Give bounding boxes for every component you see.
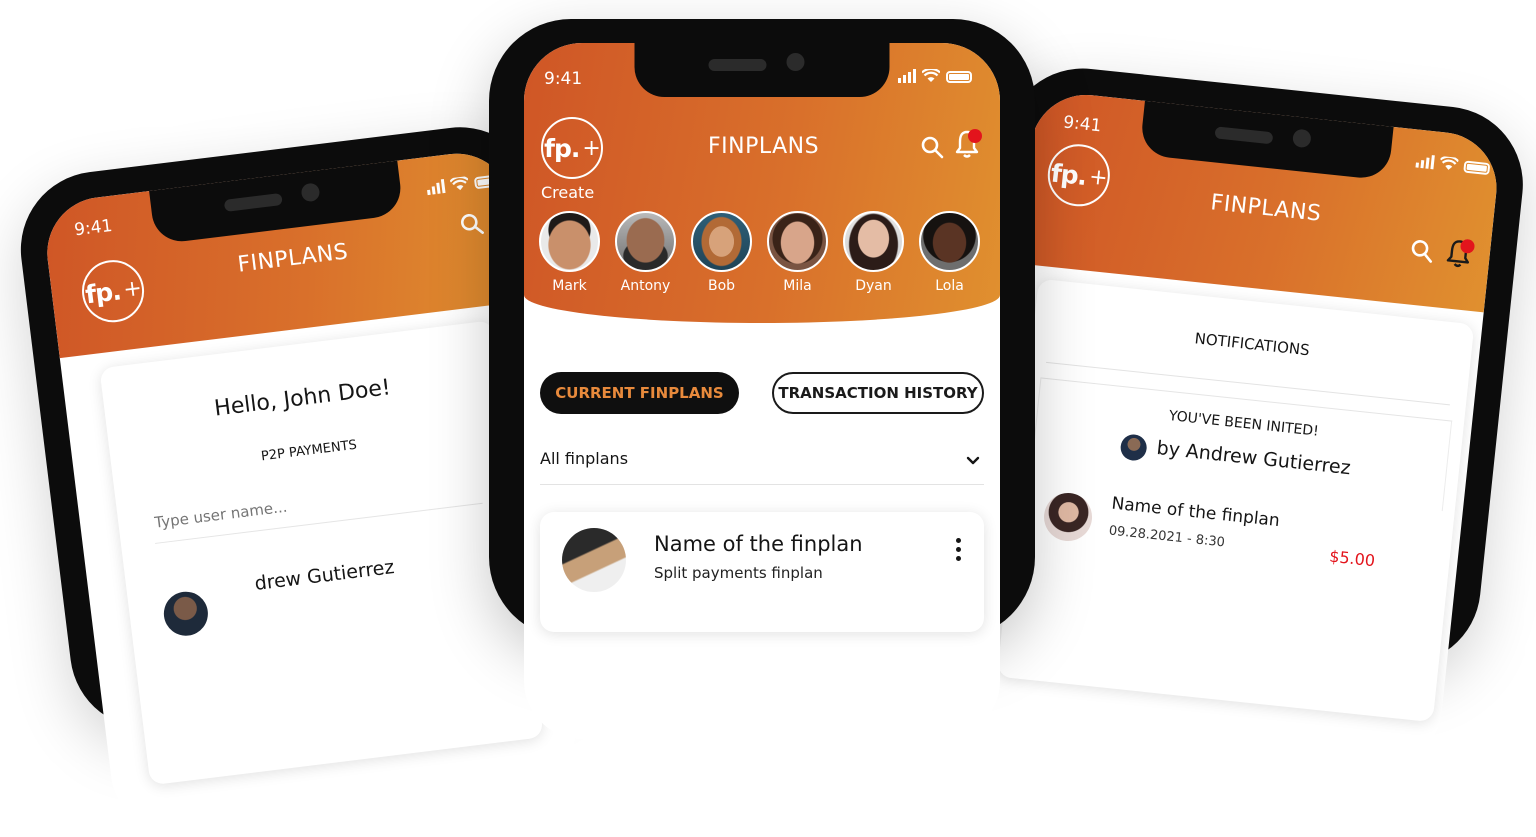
finplan-card[interactable]: Name of the finplan Split payments finpl… bbox=[540, 512, 984, 632]
search-icon[interactable] bbox=[458, 211, 485, 242]
contact-name: Lola bbox=[935, 278, 964, 294]
right-phone: 9:41 fp. + FINPLANS NOTIFICATIONS YOU'VE … bbox=[954, 60, 1531, 769]
status-icons bbox=[898, 69, 972, 83]
notifications-card: NOTIFICATIONS YOU'VE BEEN INITED! by And… bbox=[996, 278, 1475, 723]
section-label: P2P PAYMENTS bbox=[260, 437, 358, 465]
right-phone-screen: 9:41 fp. + FINPLANS NOTIFICATIONS YOU'VE … bbox=[970, 89, 1503, 769]
avatar bbox=[767, 211, 828, 272]
avatar bbox=[843, 211, 904, 272]
item-amount: $5.00 bbox=[1328, 546, 1376, 571]
wifi-icon bbox=[449, 176, 470, 192]
finplan-subtitle: Split payments finplan bbox=[654, 564, 823, 582]
status-time: 9:41 bbox=[544, 69, 583, 89]
wifi-icon bbox=[922, 69, 940, 83]
battery-icon bbox=[946, 71, 972, 83]
more-vertical-icon[interactable] bbox=[956, 538, 962, 561]
invite-by: by Andrew Gutierrez bbox=[1155, 436, 1352, 480]
user-name[interactable]: drew Gutierrez bbox=[253, 556, 395, 595]
avatar bbox=[161, 589, 211, 639]
search-icon[interactable] bbox=[920, 135, 944, 163]
item-date: 09.28.2021 - 8:30 bbox=[1108, 523, 1226, 551]
contact-name: Mark bbox=[552, 278, 587, 294]
filter-value: All finplans bbox=[540, 449, 629, 468]
bell-icon[interactable] bbox=[1444, 237, 1476, 274]
avatar bbox=[539, 211, 600, 272]
phone-notch bbox=[634, 43, 890, 97]
battery-icon bbox=[1463, 160, 1491, 176]
chevron-down-icon bbox=[966, 451, 980, 470]
bell-icon[interactable] bbox=[954, 129, 982, 163]
invite-avatar bbox=[1119, 433, 1148, 462]
contact-mark[interactable]: Mark bbox=[539, 211, 600, 294]
app-title: FINPLANS bbox=[708, 134, 820, 159]
contacts-row: Mark Antony Bob Mila Dyan Lola bbox=[539, 211, 980, 294]
signal-icon bbox=[1415, 154, 1435, 170]
tab-current-finplans[interactable]: CURRENT FINPLANS bbox=[540, 372, 739, 414]
center-phone: 9:41 fp. + Create FINPLANS Mark Antony B… bbox=[489, 19, 1035, 739]
avatar bbox=[919, 211, 980, 272]
signal-icon bbox=[898, 69, 916, 83]
tab-transaction-history[interactable]: TRANSACTION HISTORY bbox=[772, 372, 984, 414]
signal-icon bbox=[426, 179, 446, 196]
greeting-text: Hello, John Doe! bbox=[212, 375, 393, 422]
contact-dyan[interactable]: Dyan bbox=[843, 211, 904, 294]
avatar bbox=[691, 211, 752, 272]
finplan-name: Name of the finplan bbox=[654, 532, 863, 556]
contact-name: Bob bbox=[707, 278, 736, 294]
contact-name: Dyan bbox=[855, 278, 892, 294]
avatar bbox=[615, 211, 676, 272]
contact-name: Antony bbox=[620, 278, 671, 294]
wifi-icon bbox=[1439, 156, 1459, 172]
create-label[interactable]: Create bbox=[541, 183, 594, 202]
status-time: 9:41 bbox=[1062, 112, 1103, 137]
contact-name: Mila bbox=[783, 278, 812, 294]
finplan-filter-dropdown[interactable]: All finplans bbox=[540, 441, 984, 485]
user-search-input[interactable] bbox=[151, 472, 486, 534]
center-phone-screen: 9:41 fp. + Create FINPLANS Mark Antony B… bbox=[524, 43, 1000, 739]
finplan-thumbnail bbox=[562, 528, 626, 592]
create-finplan-button[interactable]: fp. + bbox=[541, 117, 603, 179]
notification-dot bbox=[968, 129, 982, 143]
contact-antony[interactable]: Antony bbox=[615, 211, 676, 294]
divider bbox=[540, 484, 984, 485]
invite-title: YOU'VE BEEN INITED! bbox=[1168, 408, 1320, 440]
contact-bob[interactable]: Bob bbox=[691, 211, 752, 294]
contact-lola[interactable]: Lola bbox=[919, 211, 980, 294]
p2p-card: Hello, John Doe! P2P PAYMENTS drew Gutie… bbox=[99, 320, 544, 786]
contact-mila[interactable]: Mila bbox=[767, 211, 828, 294]
search-icon[interactable] bbox=[1408, 237, 1435, 267]
item-avatar bbox=[1041, 490, 1095, 544]
